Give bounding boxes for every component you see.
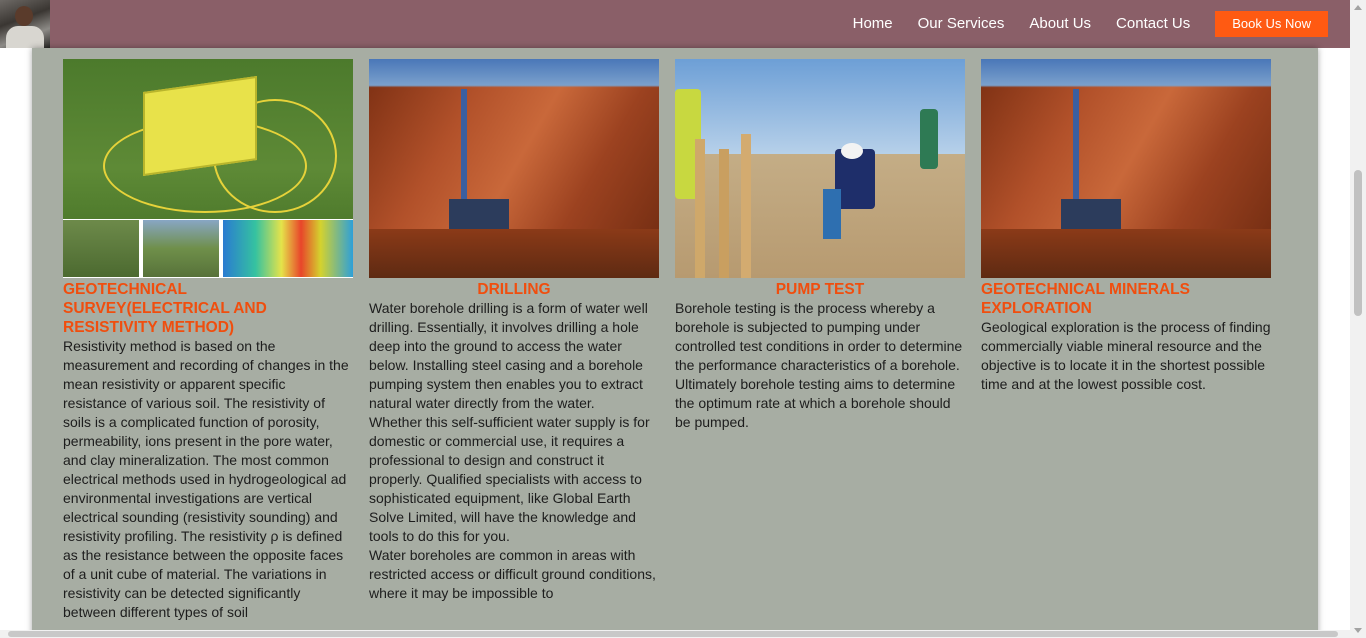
field-thumbnail	[63, 220, 139, 277]
profile-avatar[interactable]	[0, 0, 50, 48]
hard-hat	[841, 143, 863, 159]
resistivity-meter-box	[143, 75, 257, 177]
nav-contact-link[interactable]: Contact Us	[1116, 11, 1190, 37]
service-description: Borehole testing is the process whereby …	[675, 300, 963, 430]
service-card-minerals-exploration: GEOTECHNICAL MINERALS EXPLORATION Geolog…	[981, 59, 1271, 394]
scroll-down-arrow-icon[interactable]	[1354, 628, 1362, 633]
scroll-up-arrow-icon[interactable]	[1354, 5, 1362, 10]
service-title: GEOTECHNICAL MINERALS EXPLORATION	[981, 281, 1190, 317]
exploration-rig-image	[981, 59, 1271, 278]
rock-rubble	[369, 229, 659, 278]
header-bar: Home Our Services About Us Contact Us Bo…	[0, 0, 1350, 48]
survey-thumbnail-strip	[63, 219, 353, 278]
nav-about-link[interactable]: About Us	[1029, 11, 1091, 37]
drilling-rig-image	[369, 59, 659, 278]
bamboo-pole	[695, 139, 705, 278]
service-description-continued: Water boreholes are common in areas with…	[369, 547, 656, 601]
drill-mast	[461, 89, 467, 199]
service-title: PUMP TEST	[775, 281, 865, 298]
nav-home-link[interactable]: Home	[853, 11, 893, 37]
drill-rig-base	[1061, 199, 1121, 229]
service-description: Geological exploration is the process of…	[981, 319, 1271, 392]
services-panel: GEOTECHNICAL SURVEY(ELECTRICAL AND RESIS…	[32, 48, 1318, 638]
service-card-drilling: DRILLING Water borehole drilling is a fo…	[369, 59, 659, 603]
horizontal-scrollbar-thumb[interactable]	[8, 631, 1338, 637]
rock-rubble	[981, 229, 1271, 278]
service-description-continued: Whether this self-sufficient water suppl…	[369, 414, 650, 544]
service-title: DRILLING	[477, 281, 551, 298]
service-card-geotechnical-survey: GEOTECHNICAL SURVEY(ELECTRICAL AND RESIS…	[63, 59, 353, 622]
service-description: Water borehole drilling is a form of wat…	[369, 300, 648, 411]
resistivity-profile-thumbnail	[223, 220, 353, 277]
water-tank	[823, 189, 841, 239]
service-description: Resistivity method is based on the measu…	[63, 338, 349, 620]
drill-rig-base	[449, 199, 509, 229]
bamboo-pole	[741, 134, 751, 278]
book-us-now-button[interactable]: Book Us Now	[1215, 11, 1328, 37]
pump-test-image	[675, 59, 965, 278]
main-nav: Home Our Services About Us Contact Us Bo…	[828, 11, 1328, 37]
field-thumbnail	[143, 220, 219, 277]
avatar-head	[15, 6, 33, 26]
nav-services-link[interactable]: Our Services	[918, 11, 1005, 37]
service-title: GEOTECHNICAL SURVEY(ELECTRICAL AND RESIS…	[63, 281, 267, 336]
bamboo-pole	[719, 149, 729, 278]
avatar-shirt	[6, 26, 44, 48]
resistivity-equipment-image	[63, 59, 353, 278]
scrollbar-thumb[interactable]	[1354, 170, 1362, 316]
vertical-scrollbar[interactable]	[1350, 0, 1366, 638]
drill-mast	[1073, 89, 1079, 199]
service-card-pump-test: PUMP TEST Borehole testing is the proces…	[675, 59, 965, 432]
worker-figure	[920, 109, 938, 169]
horizontal-scrollbar[interactable]	[0, 630, 1350, 638]
